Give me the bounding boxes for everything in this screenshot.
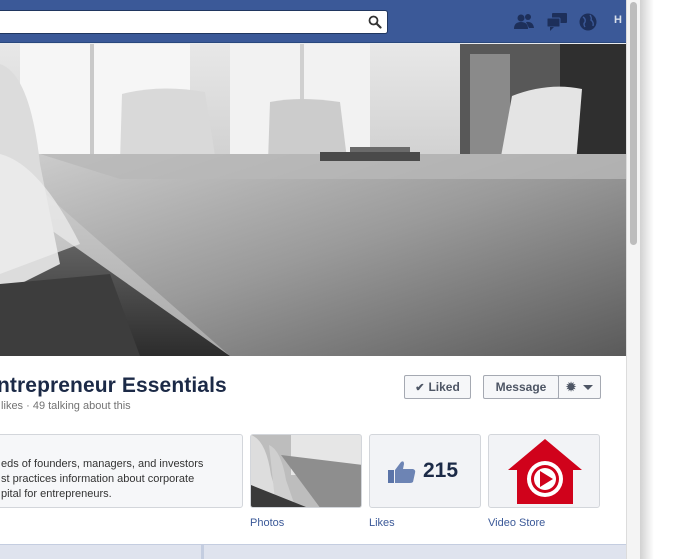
thumbs-up-icon — [388, 461, 416, 483]
video-store-thumbnail[interactable] — [488, 434, 600, 508]
search-input[interactable] — [0, 11, 360, 33]
notifications-globe-icon[interactable] — [577, 12, 599, 32]
timeline-strip — [0, 544, 626, 559]
page-stats: likes · 49 talking about this — [0, 400, 131, 412]
about-line: eds of founders, managers, and investors — [1, 458, 204, 470]
window-shadow — [640, 0, 654, 559]
cover-photo[interactable] — [0, 44, 626, 356]
app-video-store[interactable]: Video Store — [488, 434, 600, 529]
about-line: st practices information about corporate — [1, 473, 195, 485]
page-header: ntrepreneur Essentials likes · 49 talkin… — [0, 356, 626, 544]
about-box[interactable]: eds of founders, managers, and investors… — [0, 434, 243, 508]
friend-requests-icon[interactable] — [513, 12, 535, 32]
nav-home-link[interactable]: H — [614, 14, 622, 26]
photos-thumbnail-image — [251, 435, 361, 507]
page-title[interactable]: ntrepreneur Essentials — [0, 374, 227, 398]
message-button[interactable]: Message — [483, 375, 559, 399]
app-photos-label[interactable]: Photos — [250, 517, 362, 529]
timeline-divider — [201, 545, 204, 559]
top-bar: H — [0, 0, 626, 43]
browser-viewport: H ntrepreneur Essentials likes · 49 talk… — [0, 0, 626, 559]
message-button-label: Message — [495, 380, 547, 394]
vertical-scrollbar[interactable] — [626, 0, 640, 559]
app-likes[interactable]: 215 Likes — [369, 434, 481, 529]
liked-button[interactable]: ✔ Liked — [404, 375, 471, 399]
search-icon[interactable] — [368, 15, 382, 29]
search-box[interactable] — [0, 10, 388, 34]
gear-icon: ✹ — [565, 380, 577, 394]
app-likes-label[interactable]: Likes — [369, 517, 481, 529]
liked-button-label: Liked — [428, 380, 460, 394]
cover-photo-image — [0, 44, 626, 356]
caret-down-icon — [583, 384, 594, 390]
check-icon: ✔ — [415, 381, 425, 394]
likes-count: 215 — [423, 459, 459, 482]
about-line: pital for entrepreneurs. — [1, 488, 112, 500]
photos-thumbnail[interactable] — [250, 434, 362, 508]
scrollbar-thumb[interactable] — [630, 2, 637, 245]
app-video-store-label[interactable]: Video Store — [488, 517, 600, 529]
app-photos[interactable]: Photos — [250, 434, 362, 529]
messages-icon[interactable] — [546, 12, 568, 32]
video-store-house-icon — [508, 439, 582, 504]
likes-thumbnail[interactable]: 215 — [369, 434, 481, 508]
settings-dropdown-button[interactable]: ✹ — [558, 375, 601, 399]
